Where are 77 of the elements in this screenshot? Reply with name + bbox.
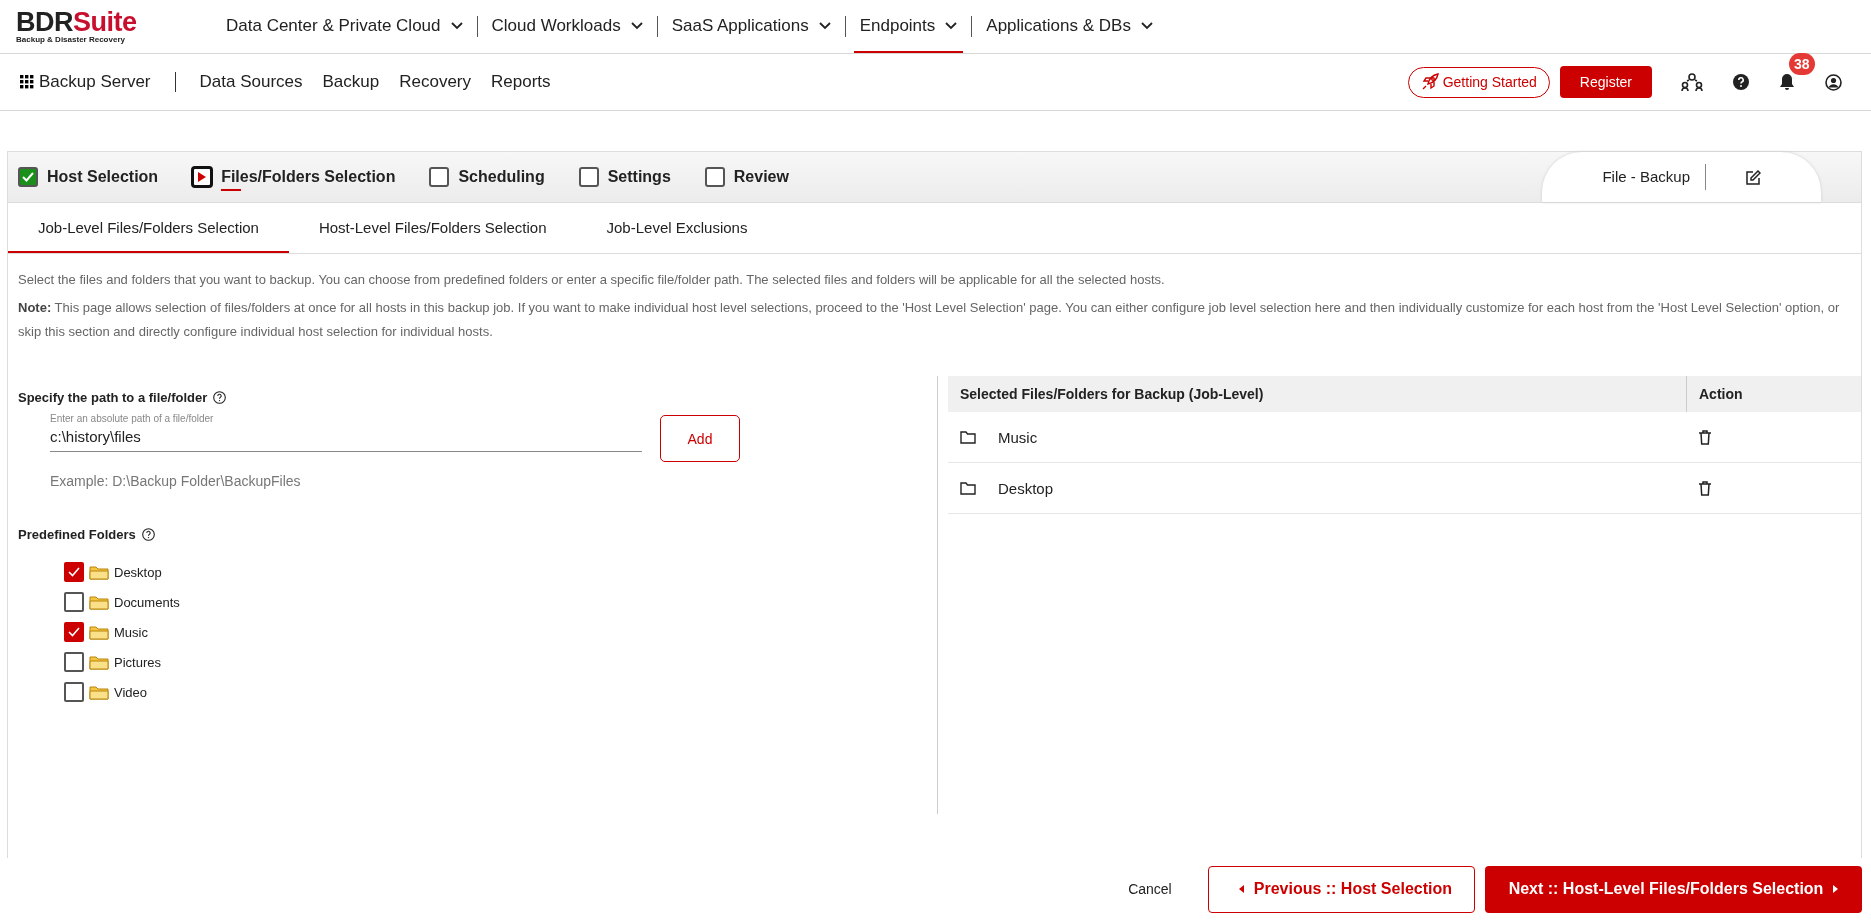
folder-label: Documents [114,594,180,610]
folder-checkbox[interactable] [64,682,84,702]
top-menu-item[interactable]: Cloud Workloads [485,0,649,53]
top-menu-item[interactable]: Data Center & Private Cloud [220,0,469,53]
brand-logo: BDRSuite [16,9,138,35]
help-icon[interactable] [1733,74,1749,90]
user-icon[interactable] [1825,73,1842,91]
rocket-icon [1420,73,1439,91]
trash-icon[interactable] [1698,480,1711,496]
edit-icon[interactable] [1746,169,1761,185]
note-text: Note: This page allows selection of files/folders at once for all hosts in this backup job. If you want to make individual host level selections, proceed to the 'Host Level Selection' page. You can either configure job level selection here and then individually customize for each host from the 'Host Level Selection' option, or skip this section and directly configure individual host selection for individual hosts. [18,299,1841,341]
brand-tagline: Backup & Disaster Recovery [16,35,125,44]
notification-badge: 38 [1789,53,1815,75]
top-menu-item[interactable]: Applications & DBs [980,0,1159,53]
trash-icon[interactable] [1698,429,1711,445]
table-cell: Desktop [998,479,1054,497]
folder-icon [960,430,976,444]
folder-label: Pictures [114,654,161,670]
folder-label: Desktop [114,564,162,580]
tab[interactable]: Job-Level Exclusions [576,203,778,253]
cancel-button[interactable]: Cancel [1122,865,1178,913]
column-header: Action [1686,376,1861,412]
help-icon[interactable] [141,528,155,541]
folder-icon [89,684,109,700]
section-label: Specify the path to a file/folder [18,390,208,405]
section-label: Predefined Folders [18,527,136,542]
folder-icon [89,654,109,670]
getting-started-button[interactable]: Getting Started [1407,66,1550,98]
check-icon [68,627,80,637]
field-label: Enter an absolute path of a file/folder [50,413,214,424]
folder-checkbox[interactable] [64,652,84,672]
nav-link[interactable]: Reports [491,72,551,92]
chevron-down-icon [818,21,831,30]
job-name: File - Backup [1602,164,1706,190]
folder-icon [89,564,109,580]
description-text: Select the files and folders that you want to backup. You can choose from predefined folders or enter a specific file/folder path. The selected files and folders will be applicable for all the selected hosts. [18,271,1166,289]
check-icon [68,567,80,577]
folder-icon [960,481,976,495]
folder-checkbox[interactable] [64,592,84,612]
nav-link[interactable]: Recovery [399,72,471,92]
tab[interactable]: Host-Level Files/Folders Selection [288,203,577,253]
next-button[interactable]: Next :: Host-Level Files/Folders Selection [1485,865,1862,913]
folder-checkbox[interactable] [64,562,84,582]
people-icon[interactable] [1681,72,1703,92]
help-icon[interactable] [213,391,227,404]
nav-link[interactable]: Backup [322,72,380,92]
bell-icon[interactable] [1779,73,1795,91]
chevron-down-icon [450,21,463,30]
caret-right-icon [1833,885,1839,893]
folder-icon [89,594,109,610]
tab[interactable]: Job-Level Files/Folders Selection [8,203,289,253]
wizard-step[interactable]: Scheduling [429,161,545,193]
add-button[interactable]: Add [660,415,740,462]
table-cell: Music [998,428,1038,446]
folder-icon [89,624,109,640]
top-menu-item[interactable]: Endpoints [853,0,964,53]
play-icon [198,172,207,182]
wizard-step[interactable]: Host Selection [18,161,159,193]
chevron-down-icon [1140,21,1153,30]
check-icon [22,172,34,182]
folder-label: Music [114,624,148,640]
previous-button[interactable]: Previous :: Host Selection [1207,865,1475,913]
caret-left-icon [1238,885,1244,893]
wizard-step[interactable]: Review [704,161,789,193]
wizard-step[interactable]: Settings [578,161,671,193]
path-input-field[interactable]: c:\history\files [50,424,642,452]
example-hint: Example: D:\Backup Folder\BackupFiles [50,473,302,489]
nav-link[interactable]: Data Sources [199,72,303,92]
top-menu-item[interactable]: SaaS Applications [665,0,837,53]
app-switcher[interactable]: Backup Server [20,72,151,92]
register-button[interactable]: Register [1559,66,1652,98]
column-header: Selected Files/Folders for Backup (Job-Level) [948,376,1687,412]
chevron-down-icon [945,21,958,30]
grid-icon [20,74,35,90]
folder-checkbox[interactable] [64,622,84,642]
folder-label: Video [114,684,147,700]
chevron-down-icon [630,21,643,30]
